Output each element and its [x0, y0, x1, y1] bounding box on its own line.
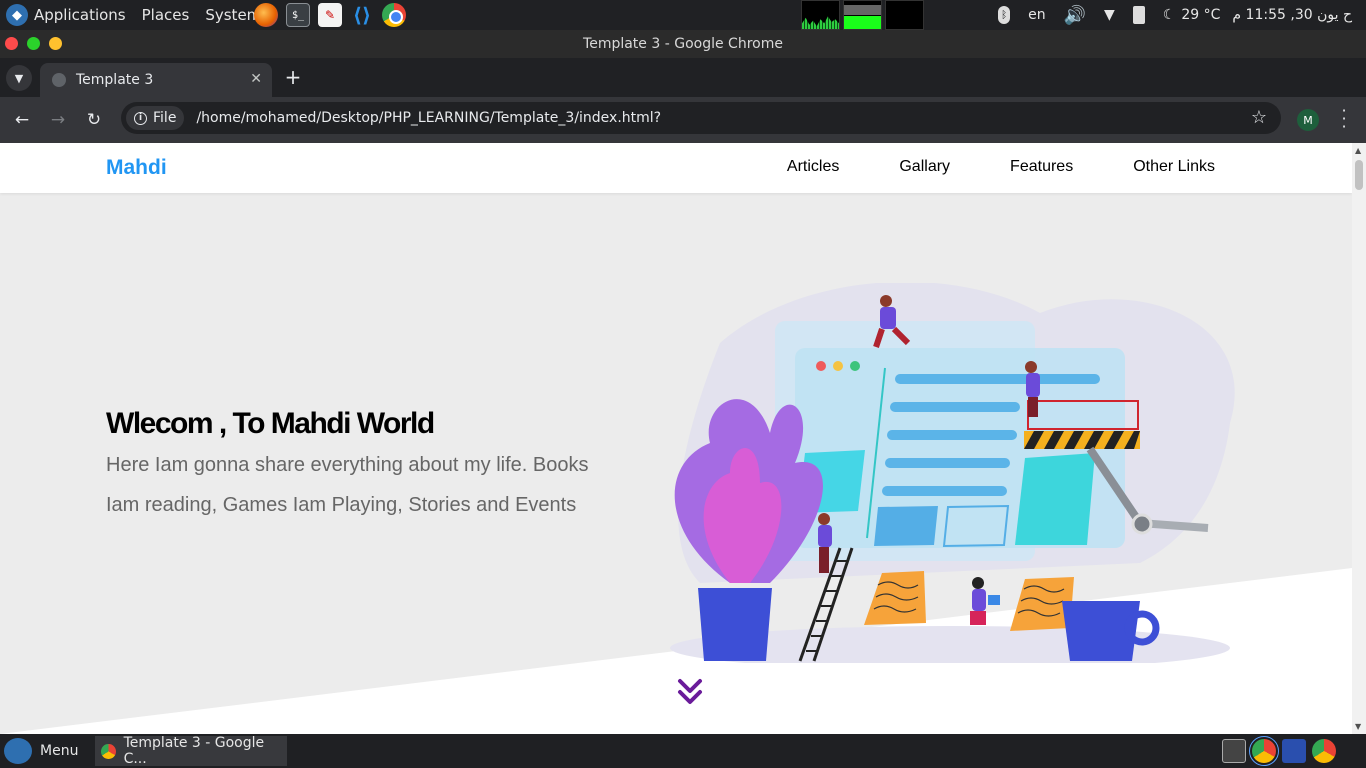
maximize-window-button[interactable] — [49, 37, 62, 50]
url-text[interactable]: /home/mohamed/Desktop/PHP_LEARNING/Templ… — [196, 110, 661, 126]
site-logo[interactable]: Mahdi — [106, 156, 167, 180]
address-bar[interactable]: i File /home/mohamed/Desktop/PHP_LEARNIN… — [121, 102, 1281, 134]
new-tab-plus-icon[interactable]: + — [282, 65, 304, 89]
firefox-icon[interactable] — [254, 3, 278, 27]
scroll-down-chevron-icon[interactable] — [676, 677, 704, 707]
workspace-switcher-icon[interactable] — [1222, 739, 1246, 763]
climber-head — [818, 513, 830, 525]
hero-illustration — [670, 283, 1235, 663]
scroll-up-arrow-icon[interactable]: ▲ — [1355, 146, 1361, 155]
window-dot-red — [816, 361, 826, 371]
content-card-4 — [1015, 453, 1095, 545]
scaffold-joint — [1131, 513, 1153, 535]
settings-tray-icon[interactable] — [1282, 739, 1306, 763]
text-editor-icon[interactable]: ✎ — [318, 3, 342, 27]
wifi-icon[interactable]: ▼ — [1104, 7, 1115, 23]
back-arrow-icon[interactable]: ← — [10, 108, 34, 132]
jumper-body — [880, 307, 896, 329]
chrome-icon[interactable] — [382, 3, 406, 27]
nav-features[interactable]: Features — [1010, 158, 1073, 176]
nav-gallary[interactable]: Gallary — [899, 158, 950, 176]
taskbar-window-chrome[interactable]: Template 3 - Google C... — [95, 735, 287, 767]
reload-icon[interactable]: ↻ — [82, 108, 106, 132]
window-dot-green — [850, 361, 860, 371]
scrollbar-thumb[interactable] — [1355, 160, 1363, 190]
woman-tablet — [988, 595, 1000, 605]
nav-articles[interactable]: Articles — [787, 158, 839, 176]
tab-search-chevron-icon[interactable]: ▼ — [6, 65, 32, 91]
bluetooth-icon[interactable]: ᛒ — [998, 6, 1011, 24]
chrome-tray-icon-2[interactable] — [1312, 739, 1336, 763]
chrome-icon — [101, 743, 116, 759]
climber-body — [818, 525, 832, 547]
window-title: Template 3 - Google Chrome — [583, 36, 783, 52]
plant-pot — [698, 588, 772, 661]
woman-body — [972, 589, 986, 611]
profile-avatar[interactable]: M — [1297, 109, 1319, 131]
system-monitor — [801, 0, 924, 30]
browser-toolbar: ← → ↻ i File /home/mohamed/Desktop/PHP_L… — [0, 97, 1366, 143]
temperature[interactable]: 29 °C — [1181, 7, 1220, 23]
battery-icon[interactable] — [1132, 6, 1145, 24]
network-monitor — [885, 0, 924, 30]
site-info-label: File — [153, 110, 177, 126]
keyboard-layout[interactable]: en — [1028, 7, 1046, 23]
content-line-5 — [882, 486, 1007, 496]
content-line-1 — [895, 374, 1100, 384]
worker-body — [1026, 373, 1040, 397]
taskbar-window-title: Template 3 - Google C... — [123, 735, 265, 767]
distro-logo-icon — [4, 738, 32, 764]
cpu-monitor — [801, 0, 840, 30]
content-line-4 — [885, 458, 1010, 468]
menu-system[interactable]: System — [205, 6, 261, 24]
more-menu-icon[interactable]: · · · — [1337, 103, 1351, 135]
weather-moon-icon: ☾ — [1162, 7, 1176, 23]
system-tray — [1222, 736, 1336, 766]
content-card-2 — [874, 506, 938, 546]
terminal-icon[interactable]: $_ — [286, 3, 310, 27]
worker-legs — [1028, 397, 1038, 417]
menu-places[interactable]: Places — [142, 6, 190, 24]
woman-head — [972, 577, 984, 589]
chrome-tray-icon[interactable] — [1249, 736, 1279, 766]
start-menu-button[interactable]: Menu — [4, 738, 78, 764]
globe-icon — [52, 73, 66, 87]
info-icon: i — [134, 111, 147, 125]
hero-description: Here Iam gonna share everything about my… — [106, 454, 589, 516]
bookmark-star-icon[interactable]: ☆ — [1251, 107, 1267, 128]
vscode-icon[interactable]: ⟨⟩ — [350, 3, 374, 27]
tab-title: Template 3 — [76, 72, 154, 88]
content-line-3 — [887, 430, 1017, 440]
site-info-chip[interactable]: i File — [126, 106, 185, 130]
system-top-panel: ◆ Applications Places System $_ ✎ ⟨⟩ ᛒ e… — [0, 0, 1366, 30]
web-page: Mahdi Articles Gallary Features Other Li… — [0, 143, 1352, 734]
menu-label: Menu — [40, 743, 79, 759]
window-dot-yellow — [833, 361, 843, 371]
woman-skirt — [970, 611, 986, 625]
nav-other-links[interactable]: Other Links — [1133, 158, 1215, 176]
climber-legs — [819, 547, 829, 573]
close-tab-icon[interactable]: ✕ — [250, 71, 262, 87]
jumper-head — [880, 295, 892, 307]
site-header: Mahdi Articles Gallary Features Other Li… — [0, 143, 1352, 193]
minimize-window-button[interactable] — [27, 37, 40, 50]
worker-head — [1025, 361, 1037, 373]
forward-arrow-icon[interactable]: → — [46, 108, 70, 132]
scroll-down-arrow-icon[interactable]: ▼ — [1355, 722, 1361, 731]
volume-icon[interactable]: 🔊 — [1064, 5, 1086, 26]
bottom-taskbar: Menu Template 3 - Google C... — [0, 734, 1366, 768]
clock[interactable]: ح يون 30, 11:55 م — [1232, 7, 1352, 23]
close-window-button[interactable] — [5, 37, 18, 50]
distro-logo-icon[interactable]: ◆ — [6, 4, 28, 26]
page-scrollbar[interactable]: ▲ ▼ — [1352, 143, 1366, 734]
tab-strip: ▼ Template 3 ✕ + — [0, 58, 1366, 97]
hero-title: Wlecom , To Mahdi World — [106, 407, 435, 440]
content-line-2 — [890, 402, 1020, 412]
menu-applications[interactable]: Applications — [34, 6, 126, 24]
memory-monitor — [843, 0, 882, 30]
tab-template-3[interactable]: Template 3 ✕ — [40, 63, 272, 97]
site-nav: Articles Gallary Features Other Links — [787, 158, 1215, 176]
window-titlebar[interactable]: Template 3 - Google Chrome — [0, 30, 1366, 58]
